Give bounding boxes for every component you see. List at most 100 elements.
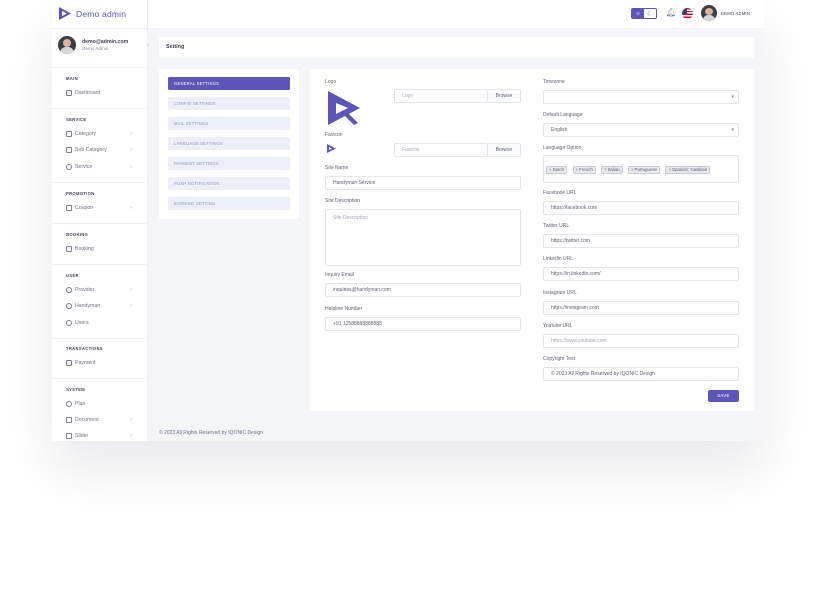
sidebar-item-label: Service xyxy=(75,164,93,170)
sun-icon[interactable]: ☼ xyxy=(632,9,644,18)
moon-icon[interactable]: ☾ xyxy=(644,9,656,18)
sidebar-divider xyxy=(52,108,148,109)
general-settings-form: Logo Logo Browse Favicon Favicon Browse … xyxy=(310,69,754,411)
logo-browse-button[interactable]: Browse xyxy=(488,89,521,103)
tab-language-settings[interactable]: LANGUAGE SETTINGS xyxy=(168,137,290,150)
chevron-right-icon: › xyxy=(130,147,132,153)
remove-tag-icon[interactable]: × xyxy=(631,167,634,172)
instagram-input[interactable]: https://instagram.com xyxy=(543,301,739,315)
tab-mail-settings[interactable]: MAIL SETTINGS xyxy=(168,117,290,130)
remove-tag-icon[interactable]: × xyxy=(576,167,579,172)
save-button[interactable]: SAVE xyxy=(708,390,739,402)
payment-icon xyxy=(66,360,72,366)
section-title-transactions: TRANSACTIONS xyxy=(66,346,103,351)
remove-tag-icon[interactable]: × xyxy=(668,167,671,172)
tab-general-settings[interactable]: GENERAL SETTINGS xyxy=(168,77,290,90)
language-tag[interactable]: ×Spanish; Castilian xyxy=(665,166,711,174)
favicon-preview-icon xyxy=(327,144,336,153)
sidebar-item-sub-category[interactable]: Sub Category › xyxy=(66,147,132,153)
sidebar-item-label: Dashboard xyxy=(75,90,101,96)
youtube-input[interactable]: https://www.youtube.com xyxy=(543,334,739,348)
page-header: Setting xyxy=(159,37,754,58)
brand[interactable]: Demo admin xyxy=(58,6,126,21)
booking-icon xyxy=(66,246,72,252)
sidebar-item-label: Payment xyxy=(75,360,96,366)
remove-tag-icon[interactable]: × xyxy=(604,167,607,172)
sidebar-item-slider[interactable]: Slider › xyxy=(66,433,132,439)
coupon-icon xyxy=(66,205,72,211)
user-card[interactable]: demo@admin.com Demo Admin xyxy=(58,36,128,54)
sub-category-icon xyxy=(66,147,72,153)
language-option-label: Language Option xyxy=(543,145,582,151)
sidebar-item-users[interactable]: Users xyxy=(66,320,132,326)
twitter-input[interactable]: https://twitter.com xyxy=(543,234,739,248)
sidebar-divider xyxy=(52,223,148,224)
provider-icon xyxy=(66,287,72,293)
tab-config-settings[interactable]: CONFIG SETTINGS xyxy=(168,97,290,110)
avatar xyxy=(58,36,76,54)
chevron-right-icon: › xyxy=(130,303,132,309)
site-name-input[interactable]: Handyman Service xyxy=(325,176,521,190)
sidebar-item-payment[interactable]: Payment xyxy=(66,360,132,366)
sidebar-item-dashboard[interactable]: Dashboard xyxy=(66,90,132,96)
timezone-select[interactable]: ▾ xyxy=(543,90,739,104)
tab-payment-settings[interactable]: PAYMENT SETTINGS xyxy=(168,157,290,170)
app-window: Demo admin demo@admin.com Demo Admin › M… xyxy=(52,0,764,441)
section-title-system: SYSTEM xyxy=(66,387,86,392)
sidebar-divider xyxy=(52,28,148,29)
handyman-icon xyxy=(66,303,72,309)
sidebar-item-document[interactable]: Document › xyxy=(66,417,132,423)
section-title-main: MAIN xyxy=(66,76,78,81)
sidebar-item-provider[interactable]: Provider › xyxy=(66,287,132,293)
us-flag-icon[interactable] xyxy=(682,8,693,19)
sidebar-item-coupon[interactable]: Coupon › xyxy=(66,205,132,211)
document-icon xyxy=(66,417,72,423)
sidebar-item-booking[interactable]: Booking xyxy=(66,246,132,252)
language-tag-label: Portuguese xyxy=(634,167,658,172)
language-tag[interactable]: ×Portuguese xyxy=(627,166,661,174)
section-title-booking: BOOKING xyxy=(66,232,89,237)
sidebar-item-category[interactable]: Category › xyxy=(66,131,132,137)
tab-push-notification[interactable]: PUSH NOTIFICATION xyxy=(168,177,290,190)
helpline-input[interactable]: +91 12588888888888 xyxy=(325,317,521,331)
default-language-select[interactable]: English ▾ xyxy=(543,123,739,137)
logo-preview-icon xyxy=(328,91,360,125)
instagram-label: Instagram URL xyxy=(543,290,577,296)
sidebar-divider xyxy=(52,182,148,183)
language-tag[interactable]: ×Dutch xyxy=(546,166,568,174)
language-option-multiselect[interactable]: ×Dutch ×French ×Italian ×Portuguese ×Spa… xyxy=(543,155,739,183)
language-tag-label: Dutch xyxy=(552,167,565,172)
twitter-label: Twitter URL xyxy=(543,223,570,229)
copyright-input[interactable]: © 2023 All Rights Reserved by IQONIC Des… xyxy=(543,367,739,381)
chevron-right-icon: › xyxy=(130,433,132,439)
logo-input[interactable]: Logo xyxy=(394,89,488,103)
tab-earning-setting[interactable]: EARNING SETTING xyxy=(168,197,290,210)
language-tag[interactable]: ×Italian xyxy=(601,166,623,174)
favicon-browse-button[interactable]: Browse xyxy=(488,143,521,157)
theme-toggle[interactable]: ☼ ☾ xyxy=(631,8,657,19)
avatar[interactable] xyxy=(701,5,717,21)
sidebar-collapse-icon[interactable]: › xyxy=(147,43,149,49)
bell-icon[interactable]: 🔔︎ xyxy=(666,8,676,17)
sidebar-item-label: Provider xyxy=(75,287,95,293)
sidebar-item-handyman[interactable]: Handyman › xyxy=(66,303,132,309)
favicon-input[interactable]: Favicon xyxy=(394,143,488,157)
inquiry-email-input[interactable]: inquiries@handyman.com xyxy=(325,283,521,297)
inquiry-email-label: Inquiry Email xyxy=(325,272,354,278)
default-language-value: English xyxy=(551,127,568,133)
user-role: Demo Admin xyxy=(82,46,109,51)
chevron-right-icon: › xyxy=(130,131,132,137)
favicon-label: Favicon xyxy=(325,132,343,138)
sidebar-item-service[interactable]: Service › xyxy=(66,164,132,170)
sidebar-item-plan[interactable]: Plan xyxy=(66,401,132,407)
facebook-label: Facebook URL xyxy=(543,190,577,196)
language-tag-label: French xyxy=(579,167,593,172)
top-user-name[interactable]: DEMO ADMIN xyxy=(721,11,750,16)
language-tag[interactable]: ×French xyxy=(572,166,596,174)
slider-icon xyxy=(66,433,72,439)
chevron-right-icon: › xyxy=(130,205,132,211)
remove-tag-icon[interactable]: × xyxy=(549,167,552,172)
facebook-input[interactable]: https://facebook.com xyxy=(543,201,739,215)
linkedin-input[interactable]: https://in.linkedin.com/ xyxy=(543,267,739,281)
site-description-textarea[interactable]: Site Description xyxy=(325,209,521,266)
